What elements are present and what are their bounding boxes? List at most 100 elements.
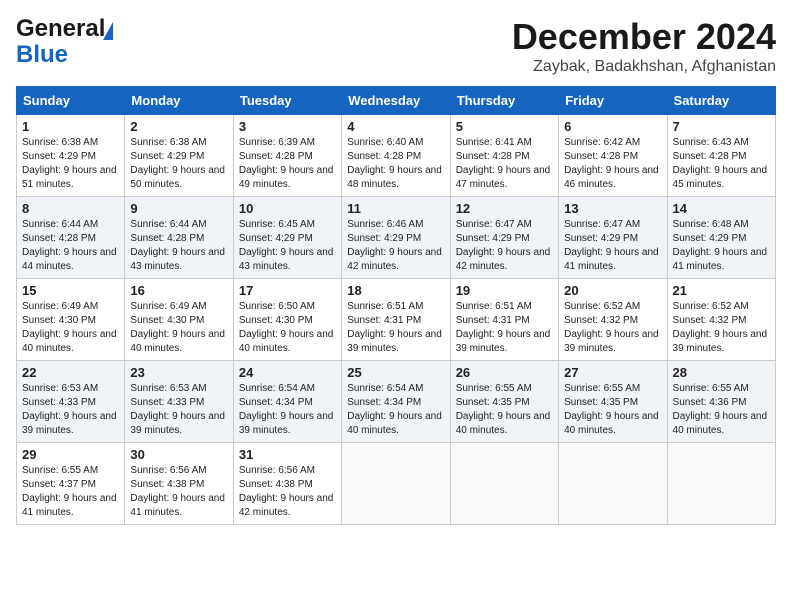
day-info: Sunrise: 6:56 AMSunset: 4:38 PMDaylight:… — [130, 464, 227, 520]
day-info: Sunrise: 6:40 AMSunset: 4:28 PMDaylight:… — [347, 136, 444, 192]
day-info: Sunrise: 6:54 AMSunset: 4:34 PMDaylight:… — [239, 382, 336, 438]
day-number: 20 — [564, 283, 661, 298]
day-info: Sunrise: 6:56 AMSunset: 4:38 PMDaylight:… — [239, 464, 336, 520]
day-info: Sunrise: 6:51 AMSunset: 4:31 PMDaylight:… — [456, 300, 553, 356]
calendar-cell: 25 Sunrise: 6:54 AMSunset: 4:34 PMDayligh… — [342, 361, 450, 443]
page-header: General Blue December 2024 Zaybak, Badak… — [16, 16, 776, 76]
day-info: Sunrise: 6:44 AMSunset: 4:28 PMDaylight:… — [22, 218, 119, 274]
day-number: 17 — [239, 283, 336, 298]
calendar-cell: 17Sunrise: 6:50 AMSunset: 4:30 PMDayligh… — [233, 279, 341, 361]
calendar-cell: 13Sunrise: 6:47 AMSunset: 4:29 PMDayligh… — [559, 197, 667, 279]
day-info: Sunrise: 6:53 AMSunset: 4:33 PMDaylight:… — [130, 382, 227, 438]
day-info: Sunrise: 6:41 AMSunset: 4:28 PMDaylight:… — [456, 136, 553, 192]
calendar-cell: 26Sunrise: 6:55 AMSunset: 4:35 PMDayligh… — [450, 361, 558, 443]
weekday-header-row: SundayMondayTuesdayWednesdayThursdayFrid… — [17, 87, 776, 115]
calendar-week-1: 1 Sunrise: 6:38 AMSunset: 4:29 PMDaylight… — [17, 115, 776, 197]
weekday-header-friday: Friday — [559, 87, 667, 115]
month-title: December 2024 — [512, 16, 776, 58]
day-number: 11 — [347, 201, 444, 216]
calendar-cell: 10Sunrise: 6:45 AMSunset: 4:29 PMDayligh… — [233, 197, 341, 279]
day-info: Sunrise: 6:47 AMSunset: 4:29 PMDaylight:… — [564, 218, 661, 274]
day-info: Sunrise: 6:39 AMSunset: 4:28 PMDaylight:… — [239, 136, 336, 192]
day-info: Sunrise: 6:47 AMSunset: 4:29 PMDaylight:… — [456, 218, 553, 274]
day-info: Sunrise: 6:49 AMSunset: 4:30 PMDaylight:… — [22, 300, 119, 356]
day-number: 14 — [673, 201, 770, 216]
calendar-cell: 3 Sunrise: 6:39 AMSunset: 4:28 PMDaylight… — [233, 115, 341, 197]
calendar-cell: 18 Sunrise: 6:51 AMSunset: 4:31 PMDayligh… — [342, 279, 450, 361]
day-number: 10 — [239, 201, 336, 216]
calendar-table: SundayMondayTuesdayWednesdayThursdayFrid… — [16, 86, 776, 525]
day-info: Sunrise: 6:38 AMSunset: 4:29 PMDaylight:… — [22, 136, 119, 192]
weekday-header-saturday: Saturday — [667, 87, 775, 115]
calendar-cell: 29 Sunrise: 6:55 AMSunset: 4:37 PMDayligh… — [17, 443, 125, 525]
weekday-header-tuesday: Tuesday — [233, 87, 341, 115]
calendar-cell: 20 Sunrise: 6:52 AMSunset: 4:32 PMDayligh… — [559, 279, 667, 361]
day-info: Sunrise: 6:55 AMSunset: 4:37 PMDaylight:… — [22, 464, 119, 520]
calendar-cell: 12 Sunrise: 6:47 AMSunset: 4:29 PMDayligh… — [450, 197, 558, 279]
calendar-cell: 23 Sunrise: 6:53 AMSunset: 4:33 PMDayligh… — [125, 361, 233, 443]
day-info: Sunrise: 6:53 AMSunset: 4:33 PMDaylight:… — [22, 382, 119, 438]
day-info: Sunrise: 6:51 AMSunset: 4:31 PMDaylight:… — [347, 300, 444, 356]
day-info: Sunrise: 6:55 AMSunset: 4:36 PMDaylight:… — [673, 382, 770, 438]
day-number: 12 — [456, 201, 553, 216]
day-number: 24 — [239, 365, 336, 380]
calendar-cell: 27 Sunrise: 6:55 AMSunset: 4:35 PMDayligh… — [559, 361, 667, 443]
calendar-week-2: 8Sunrise: 6:44 AMSunset: 4:28 PMDaylight… — [17, 197, 776, 279]
day-number: 1 — [22, 119, 119, 134]
title-area: December 2024 Zaybak, Badakhshan, Afghan… — [512, 16, 776, 76]
day-info: Sunrise: 6:54 AMSunset: 4:34 PMDaylight:… — [347, 382, 444, 438]
weekday-header-thursday: Thursday — [450, 87, 558, 115]
day-number: 19 — [456, 283, 553, 298]
day-number: 29 — [22, 447, 119, 462]
day-info: Sunrise: 6:52 AMSunset: 4:32 PMDaylight:… — [564, 300, 661, 356]
calendar-cell: 7Sunrise: 6:43 AMSunset: 4:28 PMDaylight… — [667, 115, 775, 197]
day-number: 2 — [130, 119, 227, 134]
day-number: 4 — [347, 119, 444, 134]
day-info: Sunrise: 6:49 AMSunset: 4:30 PMDaylight:… — [130, 300, 227, 356]
day-info: Sunrise: 6:42 AMSunset: 4:28 PMDaylight:… — [564, 136, 661, 192]
day-number: 23 — [130, 365, 227, 380]
calendar-cell: 22 Sunrise: 6:53 AMSunset: 4:33 PMDayligh… — [17, 361, 125, 443]
day-info: Sunrise: 6:44 AMSunset: 4:28 PMDaylight:… — [130, 218, 227, 274]
calendar-week-4: 22 Sunrise: 6:53 AMSunset: 4:33 PMDayligh… — [17, 361, 776, 443]
calendar-cell — [559, 443, 667, 525]
calendar-cell: 5 Sunrise: 6:41 AMSunset: 4:28 PMDaylight… — [450, 115, 558, 197]
calendar-cell: 24 Sunrise: 6:54 AMSunset: 4:34 PMDayligh… — [233, 361, 341, 443]
calendar-cell: 9 Sunrise: 6:44 AMSunset: 4:28 PMDaylight… — [125, 197, 233, 279]
day-info: Sunrise: 6:55 AMSunset: 4:35 PMDaylight:… — [564, 382, 661, 438]
day-number: 28 — [673, 365, 770, 380]
day-number: 27 — [564, 365, 661, 380]
day-info: Sunrise: 6:46 AMSunset: 4:29 PMDaylight:… — [347, 218, 444, 274]
calendar-cell: 15 Sunrise: 6:49 AMSunset: 4:30 PMDayligh… — [17, 279, 125, 361]
day-info: Sunrise: 6:48 AMSunset: 4:29 PMDaylight:… — [673, 218, 770, 274]
weekday-header-wednesday: Wednesday — [342, 87, 450, 115]
logo-triangle-icon — [103, 22, 113, 40]
day-number: 25 — [347, 365, 444, 380]
calendar-cell: 4 Sunrise: 6:40 AMSunset: 4:28 PMDaylight… — [342, 115, 450, 197]
logo-general-text: General — [16, 16, 105, 42]
calendar-cell: 28 Sunrise: 6:55 AMSunset: 4:36 PMDayligh… — [667, 361, 775, 443]
day-info: Sunrise: 6:38 AMSunset: 4:29 PMDaylight:… — [130, 136, 227, 192]
calendar-cell: 6Sunrise: 6:42 AMSunset: 4:28 PMDaylight… — [559, 115, 667, 197]
day-number: 21 — [673, 283, 770, 298]
weekday-header-sunday: Sunday — [17, 87, 125, 115]
calendar-cell — [667, 443, 775, 525]
calendar-cell: 19 Sunrise: 6:51 AMSunset: 4:31 PMDayligh… — [450, 279, 558, 361]
calendar-week-3: 15 Sunrise: 6:49 AMSunset: 4:30 PMDayligh… — [17, 279, 776, 361]
calendar-cell: 8Sunrise: 6:44 AMSunset: 4:28 PMDaylight… — [17, 197, 125, 279]
calendar-cell: 1 Sunrise: 6:38 AMSunset: 4:29 PMDaylight… — [17, 115, 125, 197]
calendar-week-5: 29 Sunrise: 6:55 AMSunset: 4:37 PMDayligh… — [17, 443, 776, 525]
day-number: 30 — [130, 447, 227, 462]
weekday-header-monday: Monday — [125, 87, 233, 115]
day-number: 15 — [22, 283, 119, 298]
day-number: 22 — [22, 365, 119, 380]
day-number: 9 — [130, 201, 227, 216]
day-number: 31 — [239, 447, 336, 462]
day-number: 18 — [347, 283, 444, 298]
day-number: 3 — [239, 119, 336, 134]
day-info: Sunrise: 6:52 AMSunset: 4:32 PMDaylight:… — [673, 300, 770, 356]
calendar-cell: 21 Sunrise: 6:52 AMSunset: 4:32 PMDayligh… — [667, 279, 775, 361]
calendar-cell — [450, 443, 558, 525]
day-number: 5 — [456, 119, 553, 134]
calendar-cell — [342, 443, 450, 525]
